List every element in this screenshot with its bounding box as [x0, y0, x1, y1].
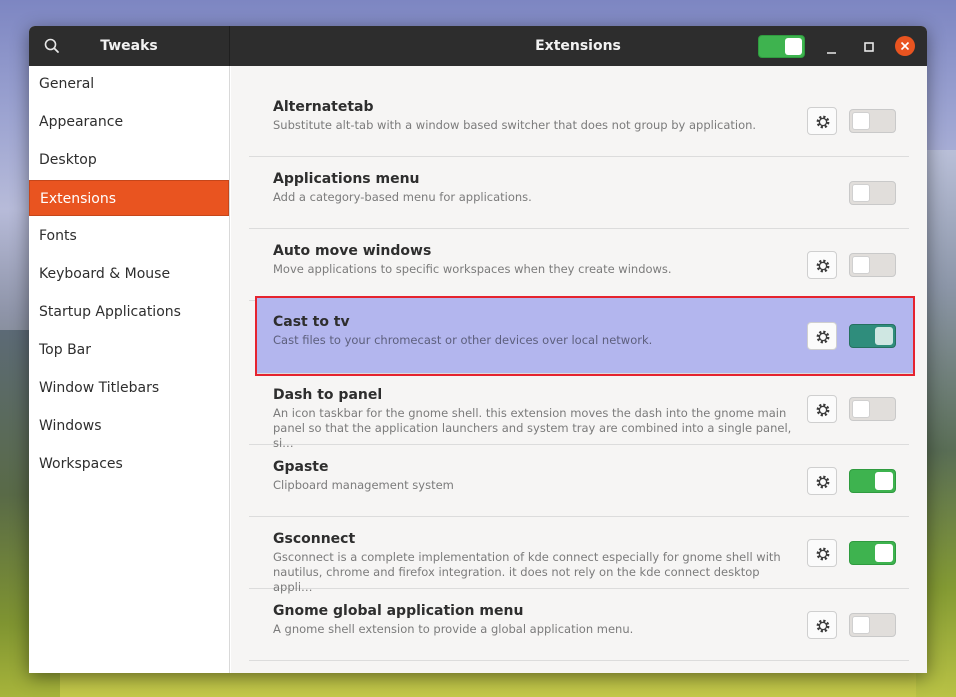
extension-name: Auto move windows [273, 243, 432, 259]
extension-description: Substitute alt-tab with a window based s… [273, 118, 757, 132]
extension-toggle[interactable] [849, 324, 896, 348]
close-icon[interactable] [895, 36, 915, 56]
gear-icon [816, 475, 830, 489]
gear-icon [816, 115, 830, 129]
gear-icon [816, 403, 830, 417]
extension-settings-button[interactable] [807, 611, 837, 639]
toggle-knob [875, 472, 893, 490]
maximize-icon[interactable] [862, 39, 876, 53]
switch-knob [785, 38, 802, 55]
extension-toggle[interactable] [849, 109, 896, 133]
extension-description: A gnome shell extension to provide a glo… [273, 622, 634, 636]
extension-name: Gsconnect [273, 531, 356, 547]
sidebar-item-extensions[interactable]: Extensions [29, 180, 229, 216]
sidebar-item-general[interactable]: General [29, 66, 229, 102]
extension-settings-button[interactable] [807, 467, 837, 495]
extension-toggle[interactable] [849, 253, 896, 277]
sidebar: General Appearance Desktop Extensions Fo… [29, 66, 230, 673]
extension-row: Gnome global application menu A gnome sh… [249, 589, 909, 661]
extension-description: Clipboard management system [273, 478, 454, 492]
toggle-knob [875, 544, 893, 562]
extension-settings-button[interactable] [807, 322, 837, 350]
toggle-knob [852, 400, 870, 418]
gear-icon [816, 259, 830, 273]
extensions-master-switch[interactable] [758, 35, 805, 58]
extension-row: Auto move windows Move applications to s… [249, 229, 909, 301]
header-left: Tweaks [29, 26, 230, 66]
extension-name: Gnome global application menu [273, 603, 524, 619]
extension-description: Move applications to specific workspaces… [273, 262, 672, 276]
extension-row: Gsconnect Gsconnect is a complete implem… [249, 517, 909, 594]
sidebar-item-top-bar[interactable]: Top Bar [29, 332, 229, 368]
toggle-knob [852, 184, 870, 202]
toggle-knob [852, 616, 870, 634]
extension-toggle[interactable] [849, 397, 896, 421]
toggle-knob [852, 256, 870, 274]
sidebar-item-windows[interactable]: Windows [29, 408, 229, 444]
extension-toggle[interactable] [849, 541, 896, 565]
sidebar-item-window-titlebars[interactable]: Window Titlebars [29, 370, 229, 406]
sidebar-item-startup-applications[interactable]: Startup Applications [29, 294, 229, 330]
extension-description: Add a category-based menu for applicatio… [273, 190, 532, 204]
extension-row-highlighted: Cast to tv Cast files to your chromecast… [255, 296, 915, 376]
extension-settings-button[interactable] [807, 395, 837, 423]
sidebar-item-keyboard-mouse[interactable]: Keyboard & Mouse [29, 256, 229, 292]
extension-name: Dash to panel [273, 387, 383, 403]
page-title: Extensions [535, 38, 621, 54]
extension-toggle[interactable] [849, 613, 896, 637]
extension-name: Gpaste [273, 459, 329, 475]
toggle-knob [852, 112, 870, 130]
extension-description: Cast files to your chromecast or other d… [273, 333, 653, 347]
gear-icon [816, 330, 830, 344]
extensions-list: Alternatetab Substitute alt-tab with a w… [231, 66, 927, 673]
search-icon[interactable] [43, 37, 61, 55]
tweaks-window: Tweaks Extensions General Appearance Des… [29, 26, 927, 673]
gear-icon [816, 547, 830, 561]
extension-row: Applications menu Add a category-based m… [249, 157, 909, 229]
header-bar: Tweaks Extensions [29, 26, 927, 66]
extension-name: Alternatetab [273, 99, 374, 115]
gear-icon [816, 619, 830, 633]
sidebar-item-fonts[interactable]: Fonts [29, 218, 229, 254]
extension-name: Cast to tv [273, 314, 350, 330]
extension-settings-button[interactable] [807, 251, 837, 279]
extension-settings-button[interactable] [807, 539, 837, 567]
extension-toggle[interactable] [849, 469, 896, 493]
sidebar-item-workspaces[interactable]: Workspaces [29, 446, 229, 482]
app-title: Tweaks [100, 38, 158, 54]
sidebar-item-appearance[interactable]: Appearance [29, 104, 229, 140]
extension-row: Dash to panel An icon taskbar for the gn… [249, 373, 909, 450]
extension-name: Applications menu [273, 171, 420, 187]
extension-row: Gpaste Clipboard management system [249, 445, 909, 517]
extension-settings-button[interactable] [807, 107, 837, 135]
toggle-knob [875, 327, 893, 345]
extension-row: Alternatetab Substitute alt-tab with a w… [249, 85, 909, 157]
sidebar-item-desktop[interactable]: Desktop [29, 142, 229, 178]
extension-toggle[interactable] [849, 181, 896, 205]
minimize-icon[interactable] [824, 40, 840, 54]
